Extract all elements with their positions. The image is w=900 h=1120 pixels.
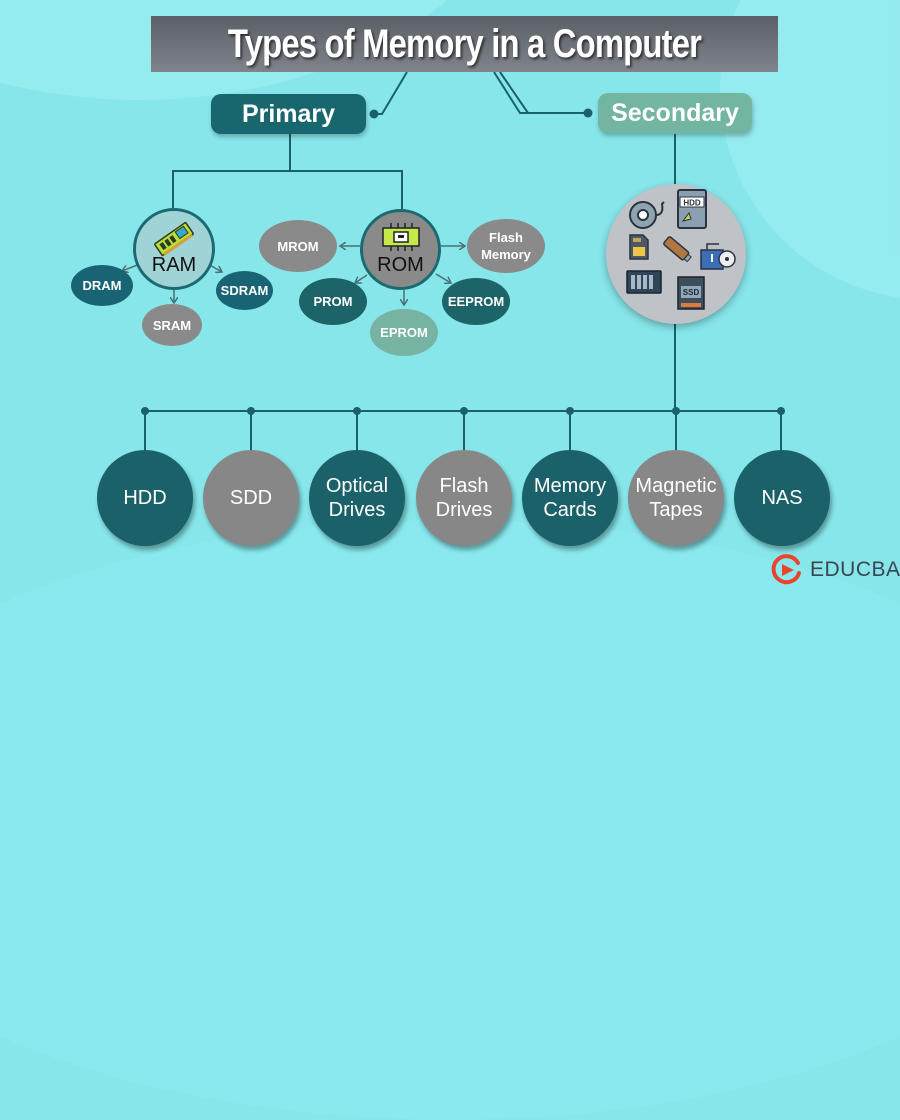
hdd-label: HDD (123, 487, 167, 509)
dram-label: DRAM (82, 278, 122, 293)
prom-label: PROM (313, 294, 353, 309)
title-to-primary-line (374, 71, 408, 115)
magnetic-tapes-node: Magnetic Tapes (628, 450, 724, 546)
memory-card-icon (629, 234, 649, 260)
mrom-label: MROM (277, 238, 319, 254)
flash-drives-label: Flash Drives (435, 475, 493, 521)
ram-chip-icon (154, 222, 194, 256)
ssd-icon: SSD (677, 276, 705, 310)
bus-junction-dot (566, 407, 574, 415)
mrom-node: MROM (259, 220, 337, 272)
rom-node: ROM (360, 209, 441, 290)
primary-connector-dot (369, 109, 379, 119)
eeprom-node: EEPROM (442, 278, 510, 325)
title-banner: Types of Memory in a Computer (151, 16, 778, 72)
eprom-label: EPROM (380, 325, 428, 340)
sram-label: SRAM (152, 317, 192, 333)
primary-node: Primary (211, 94, 366, 134)
nas-icon (626, 270, 662, 294)
secondary-label: Secondary (611, 98, 739, 127)
educba-logo-icon (771, 554, 801, 585)
bus-junction-dot (777, 407, 785, 415)
nas-label: NAS (761, 487, 803, 509)
secondary-connector-dot (583, 108, 593, 118)
bus-junction-dot (353, 407, 361, 415)
dram-node: DRAM (71, 265, 133, 306)
arrow-rom-eeprom (435, 273, 451, 283)
svg-text:HDD: HDD (683, 199, 701, 208)
educba-brand: EDUCBA (770, 553, 900, 587)
rom-chip-icon (381, 223, 420, 251)
brand-name: EDUCBA (810, 558, 900, 581)
usb-drive-icon (663, 236, 692, 263)
arrow-rom-prom (355, 274, 368, 283)
eeprom-label: EEPROM (447, 294, 505, 309)
memory-cards-label: Memory Cards (533, 475, 607, 521)
optical-drive-icon (700, 243, 736, 270)
hdd-icon: HDD (677, 189, 707, 229)
optical-drives-label: Optical Drives (325, 475, 389, 521)
bus-junction-dot (141, 407, 149, 415)
bus-junction-dot (672, 407, 680, 415)
magnetic-tapes-label: Magnetic Tapes (635, 475, 717, 521)
ram-node: RAM (133, 208, 215, 290)
bus-junction-dot (247, 407, 255, 415)
flash-memory-node: Flash Memory (467, 219, 545, 273)
background-swoosh (0, 520, 900, 1120)
hdd-node: HDD (97, 450, 193, 546)
nas-node: NAS (734, 450, 830, 546)
memory-cards-node: Memory Cards (522, 450, 618, 546)
secondary-node: Secondary (598, 93, 752, 133)
prom-node: PROM (299, 278, 367, 325)
storage-icons-circle: HDD SSD (606, 184, 746, 324)
page-title: Types of Memory in a Computer (227, 21, 702, 66)
svg-text:SSD: SSD (683, 288, 700, 297)
ram-label: RAM (151, 254, 197, 276)
sdram-node: SDRAM (216, 271, 273, 310)
sram-node: SRAM (142, 304, 202, 346)
optical-drives-node: Optical Drives (309, 450, 405, 546)
tape-reel-icon (629, 201, 665, 229)
eprom-node: EPROM (370, 309, 438, 356)
sdd-label: SDD (229, 487, 273, 509)
primary-label: Primary (241, 99, 336, 128)
sdram-label: SDRAM (220, 283, 269, 298)
rom-label: ROM (377, 254, 424, 276)
flash-drives-node: Flash Drives (416, 450, 512, 546)
flash-memory-label: Flash Memory (481, 230, 531, 262)
bus-junction-dot (460, 407, 468, 415)
sdd-node: SDD (203, 450, 299, 546)
bus-drops (141, 407, 785, 452)
